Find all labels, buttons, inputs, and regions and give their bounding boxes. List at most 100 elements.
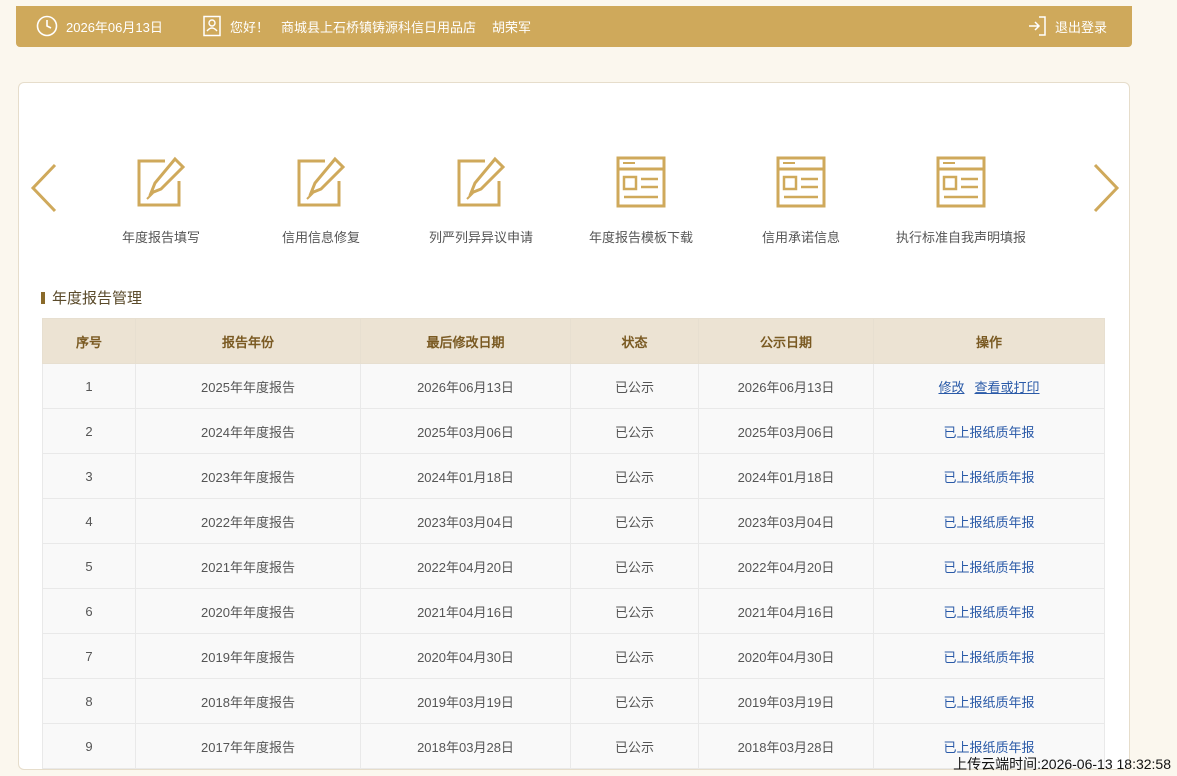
section-title-marker	[41, 291, 45, 304]
quick-link-label: 执行标准自我声明填报	[895, 230, 1026, 245]
row-actions: 修改 查看或打印	[873, 363, 1105, 409]
report-year: 2017年年度报告	[135, 723, 361, 769]
date-text: 2026年06月13日	[66, 19, 163, 35]
table-row: 7 2019年年度报告 2020年04月30日 已公示 2020年04月30日 …	[42, 633, 1105, 679]
edit-icon	[457, 156, 506, 207]
edit-link[interactable]: 修改	[938, 380, 964, 395]
quick-link-template-download[interactable]: 年度报告模板下载	[556, 155, 726, 246]
row-actions: 已上报纸质年报	[873, 588, 1105, 634]
row-number: 4	[42, 498, 136, 544]
logout-icon	[1028, 16, 1046, 36]
table-row: 1 2025年年度报告 2026年06月13日 已公示 2026年06月13日 …	[42, 363, 1105, 409]
publish-date: 2026年06月13日	[698, 363, 874, 409]
last-modified-date: 2024年01月18日	[360, 453, 571, 499]
report-year: 2018年年度报告	[135, 678, 361, 724]
row-number: 5	[42, 543, 136, 589]
row-actions: 已上报纸质年报	[873, 543, 1105, 589]
quick-link-label: 年度报告填写	[121, 230, 200, 245]
quick-link-label: 列严列异异议申请	[428, 230, 533, 245]
last-modified-date: 2021年04月16日	[360, 588, 571, 634]
section-title: 年度报告管理	[41, 287, 142, 308]
publish-date: 2021年04月16日	[698, 588, 874, 634]
publish-date: 2024年01月18日	[698, 453, 874, 499]
publish-date: 2019年03月19日	[698, 678, 874, 724]
date-display: 2026年06月13日	[36, 15, 163, 37]
paper-report-link[interactable]: 已上报纸质年报	[943, 695, 1034, 710]
quick-link-annual-report[interactable]: 年度报告填写	[76, 155, 246, 246]
status: 已公示	[570, 588, 699, 634]
last-modified-date: 2026年06月13日	[360, 363, 571, 409]
edit-icon	[297, 156, 346, 207]
report-year: 2020年年度报告	[135, 588, 361, 634]
quick-link-objection-apply[interactable]: 列严列异异议申请	[396, 155, 566, 246]
row-actions: 已上报纸质年报	[873, 453, 1105, 499]
status: 已公示	[570, 543, 699, 589]
view-print-link[interactable]: 查看或打印	[975, 380, 1040, 395]
logout-button[interactable]: 退出登录	[1027, 15, 1107, 37]
column-header: 公示日期	[698, 318, 874, 364]
row-number: 8	[42, 678, 136, 724]
greeting-text: 您好！	[230, 19, 270, 35]
last-modified-date: 2020年04月30日	[360, 633, 571, 679]
table-row: 6 2020年年度报告 2021年04月16日 已公示 2021年04月16日 …	[42, 588, 1105, 634]
column-header: 报告年份	[135, 318, 361, 364]
publish-date: 2018年03月28日	[698, 723, 874, 769]
annual-report-table: 序号 报告年份 最后修改日期 状态 公示日期 操作 1 2025年年度报告 20…	[42, 318, 1105, 769]
status: 已公示	[570, 453, 699, 499]
user-name: 胡荣军	[492, 19, 532, 35]
report-year: 2025年年度报告	[135, 363, 361, 409]
last-modified-date: 2019年03月19日	[360, 678, 571, 724]
form-icon	[936, 156, 986, 208]
table-row: 2 2024年年度报告 2025年03月06日 已公示 2025年03月06日 …	[42, 408, 1105, 454]
table-row: 4 2022年年度报告 2023年03月04日 已公示 2023年03月04日 …	[42, 498, 1105, 544]
paper-report-link[interactable]: 已上报纸质年报	[943, 515, 1034, 530]
paper-report-link[interactable]: 已上报纸质年报	[943, 740, 1034, 755]
row-actions: 已上报纸质年报	[873, 408, 1105, 454]
row-number: 7	[42, 633, 136, 679]
form-icon	[776, 156, 826, 208]
report-year: 2021年年度报告	[135, 543, 361, 589]
column-header: 序号	[42, 318, 136, 364]
row-number: 9	[42, 723, 136, 769]
paper-report-link[interactable]: 已上报纸质年报	[943, 470, 1034, 485]
user-card-icon	[203, 15, 221, 37]
quick-link-label: 信用信息修复	[281, 230, 360, 245]
carousel-prev-arrow-icon[interactable]	[29, 161, 59, 215]
status: 已公示	[570, 498, 699, 544]
column-header: 操作	[873, 318, 1105, 364]
logout-label: 退出登录	[1054, 19, 1107, 35]
publish-date: 2025年03月06日	[698, 408, 874, 454]
last-modified-date: 2023年03月04日	[360, 498, 571, 544]
report-year: 2022年年度报告	[135, 498, 361, 544]
last-modified-date: 2025年03月06日	[360, 408, 571, 454]
carousel-next-arrow-icon[interactable]	[1091, 161, 1121, 215]
form-icon	[616, 156, 666, 208]
edit-icon	[137, 156, 186, 207]
paper-report-link[interactable]: 已上报纸质年报	[943, 560, 1034, 575]
publish-date: 2020年04月30日	[698, 633, 874, 679]
quick-link-label: 信用承诺信息	[761, 230, 840, 245]
column-header: 最后修改日期	[360, 318, 571, 364]
quick-link-standard-declaration[interactable]: 执行标准自我声明填报	[876, 155, 1046, 246]
row-actions: 已上报纸质年报	[873, 678, 1105, 724]
section-title-text: 年度报告管理	[52, 290, 143, 307]
report-year: 2019年年度报告	[135, 633, 361, 679]
paper-report-link[interactable]: 已上报纸质年报	[943, 650, 1034, 665]
status: 已公示	[570, 408, 699, 454]
publish-date: 2022年04月20日	[698, 543, 874, 589]
quick-link-credit-commitment[interactable]: 信用承诺信息	[716, 155, 886, 246]
column-header: 状态	[570, 318, 699, 364]
clock-icon	[36, 15, 58, 37]
last-modified-date: 2022年04月20日	[360, 543, 571, 589]
row-number: 6	[42, 588, 136, 634]
row-number: 3	[42, 453, 136, 499]
row-actions: 已上报纸质年报	[873, 498, 1105, 544]
quick-link-credit-repair[interactable]: 信用信息修复	[236, 155, 406, 246]
paper-report-link[interactable]: 已上报纸质年报	[943, 605, 1034, 620]
status: 已公示	[570, 363, 699, 409]
paper-report-link[interactable]: 已上报纸质年报	[943, 425, 1034, 440]
report-year: 2023年年度报告	[135, 453, 361, 499]
main-card: 年度报告填写 信用信息修复 列严列异异议申请 年度报告模板下载 信用承诺信息 执…	[18, 82, 1130, 770]
top-bar: 2026年06月13日 您好！ 商城县上石桥镇铸源科信日用品店 胡荣军 退出登录	[16, 6, 1132, 47]
last-modified-date: 2018年03月28日	[360, 723, 571, 769]
